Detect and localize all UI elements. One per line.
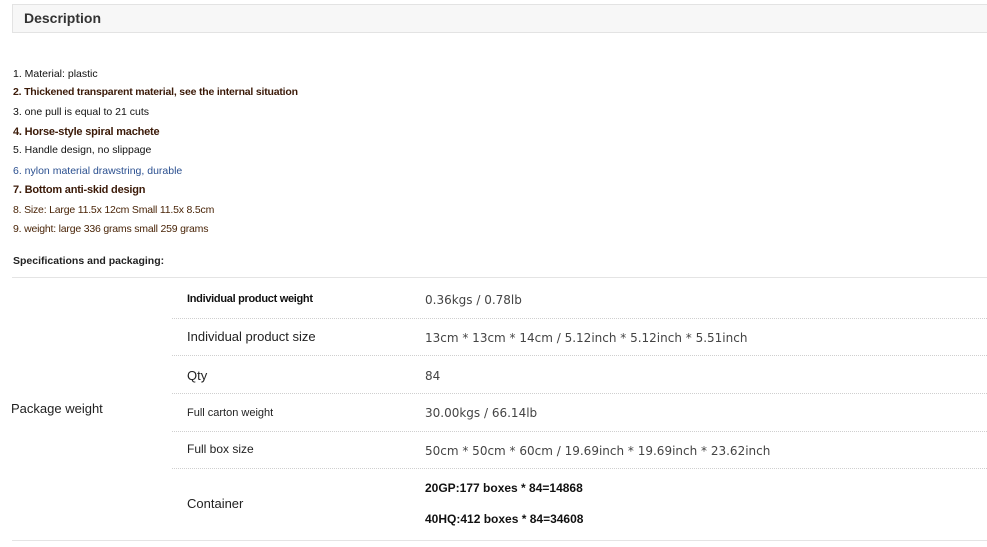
spec-label-container: Container [187,496,244,511]
package-weight-label: Package weight [11,401,103,416]
feature-item-drawstring: 6. nylon material drawstring, durable [13,165,183,177]
spec-value-product-weight: 0.36kgs / 0.78lb [425,293,522,307]
spec-value-box-size: 50cm * 50cm * 60cm / 19.69inch * 19.69in… [425,444,771,458]
feature-item-machete: 4. Horse-style spiral machete [13,126,160,138]
spec-label-product-size: Individual product size [187,329,316,344]
row-divider [172,431,987,432]
feature-item-size: 8. Size: Large 11.5x 12cm Small 11.5x 8.… [13,204,215,216]
feature-item-weight: 9. weight: large 336 grams small 259 gra… [13,223,209,235]
row-divider [172,393,987,394]
row-divider [172,468,987,469]
spec-label-carton-weight: Full carton weight [187,407,274,419]
spec-value-qty: 84 [425,369,441,383]
specs-title: Specifications and packaging: [13,255,165,267]
feature-item-cuts: 3. one pull is equal to 21 cuts [13,106,150,118]
spec-label-qty: Qty [187,368,208,383]
feature-item-thickened: 2. Thickened transparent material, see t… [13,86,298,98]
spec-label-box-size: Full box size [187,442,254,456]
feature-item-handle: 5. Handle design, no slippage [13,144,152,156]
description-title: Description [24,10,102,26]
specs-table-top-border [12,277,987,278]
spec-value-container-20gp: 20GP:177 boxes * 84=14868 [425,481,583,495]
specs-table-bottom-border [12,540,987,541]
spec-value-carton-weight: 30.00kgs / 66.14lb [425,406,538,420]
row-divider [172,318,987,319]
feature-item-material: 1. Material: plastic [13,68,98,80]
spec-value-product-size: 13cm * 13cm * 14cm / 5.12inch * 5.12inch… [425,331,748,345]
description-header: Description [12,4,987,33]
row-divider [172,355,987,356]
spec-value-container-40hq: 40HQ:412 boxes * 84=34608 [425,512,584,526]
feature-item-antiskid: 7. Bottom anti-skid design [13,184,146,196]
spec-label-product-weight: Individual product weight [187,293,313,305]
